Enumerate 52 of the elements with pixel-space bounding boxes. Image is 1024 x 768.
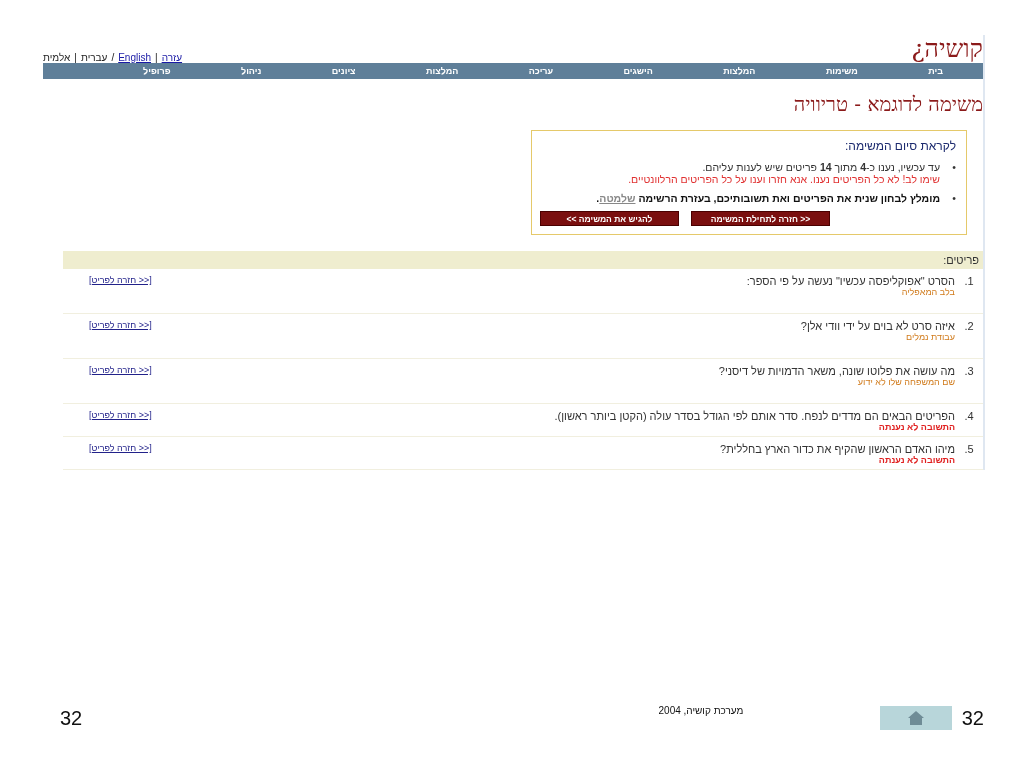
home-button[interactable] — [879, 706, 952, 730]
footer-caption: מערכת קושיה, 2004 — [657, 704, 745, 716]
back-to-item-link[interactable]: [<< חזרה לפריט] — [89, 320, 152, 330]
nav-item[interactable]: בית — [928, 66, 943, 76]
answer-text: התשובה לא נענתה — [877, 455, 955, 465]
question-text: מיהו האדם הראשון שהקיף את כדור הארץ בחללית? — [719, 443, 955, 455]
nav-item[interactable]: משימות — [825, 66, 858, 76]
nav-item[interactable]: המלצות — [723, 66, 756, 76]
nav-item[interactable]: הישגים — [623, 66, 653, 76]
answer-text: שם המשפחה שלו לא ידוע — [856, 377, 955, 387]
answer-text: התשובה לא נענתה — [877, 422, 955, 432]
page-number: 32 — [60, 706, 83, 730]
separator: / — [111, 52, 115, 63]
back-to-item-link[interactable]: [<< חזרה לפריט] — [89, 365, 152, 375]
action-button[interactable]: << חזרה לתחילת המשימה — [691, 211, 830, 226]
nav-item[interactable]: פרופיל — [143, 66, 171, 76]
item-number: 2. — [963, 320, 975, 332]
nav-item[interactable]: ציונים — [331, 66, 356, 76]
page-title: משימה לדוגמא - טריוויה — [792, 92, 983, 116]
nav-item[interactable]: ניהול — [241, 66, 262, 76]
back-to-item-link[interactable]: [<< חזרה לפריט] — [89, 410, 152, 420]
page-number: 32 — [961, 706, 984, 730]
language-option: אלמית — [43, 52, 71, 63]
back-to-item-link[interactable]: [<< חזרה לפריט] — [89, 443, 152, 453]
panel-title: לקראת סיום המשימה: — [843, 139, 956, 153]
answer-text: עבודת נמלים — [904, 332, 955, 342]
nav-item[interactable]: המלצות — [426, 66, 459, 76]
question-text: מה עושה את פלוטו שונה, משאר הדמויות של דיסני? — [717, 365, 955, 377]
item-number: 5. — [963, 443, 975, 455]
language-option: עברית — [80, 52, 108, 63]
action-button[interactable]: להגיש את המשימה >> — [540, 211, 679, 226]
question-text: הסרט "אפוקליפסה עכשיו" נעשה על פי הספר: — [745, 275, 955, 287]
answer-text: בלב המאפליה — [901, 287, 955, 297]
header-link[interactable]: עזרה — [161, 52, 183, 63]
question-text: איזה סרט לא בוים על ידי וודי אלן? — [799, 320, 955, 332]
item-number: 3. — [963, 365, 975, 377]
nav-item[interactable]: עריכה — [528, 66, 554, 76]
advice-text: מומלץ לבחון שנית את הפריטים ואת תשובותיכם, בעזרת הרשימה שלמטה. — [596, 192, 940, 204]
list-link[interactable]: שלמטה — [599, 192, 636, 204]
bullet: • — [951, 161, 956, 173]
question-text: הפריטים הבאים הם מדדים לנפח. סדר אותם לפי הגודל בסדר עולה (הקטן ביותר ראשון). — [553, 410, 955, 422]
bullet: • — [951, 192, 956, 204]
warning-text: שימו לב! לא כל הפריטים נענו. אנא חזרו וענו על כל הפריטים הרלוונטיים. — [628, 173, 940, 185]
separator: | — [155, 52, 158, 63]
separator: | — [74, 52, 77, 63]
header-link[interactable]: English — [118, 52, 151, 63]
home-icon — [906, 710, 925, 726]
item-number: 1. — [963, 275, 975, 287]
items-header: פריטים: — [63, 251, 983, 269]
back-to-item-link[interactable]: [<< חזרה לפריט] — [89, 275, 152, 285]
site-logo: קושיה¿ — [911, 35, 983, 63]
item-number: 4. — [963, 410, 975, 422]
